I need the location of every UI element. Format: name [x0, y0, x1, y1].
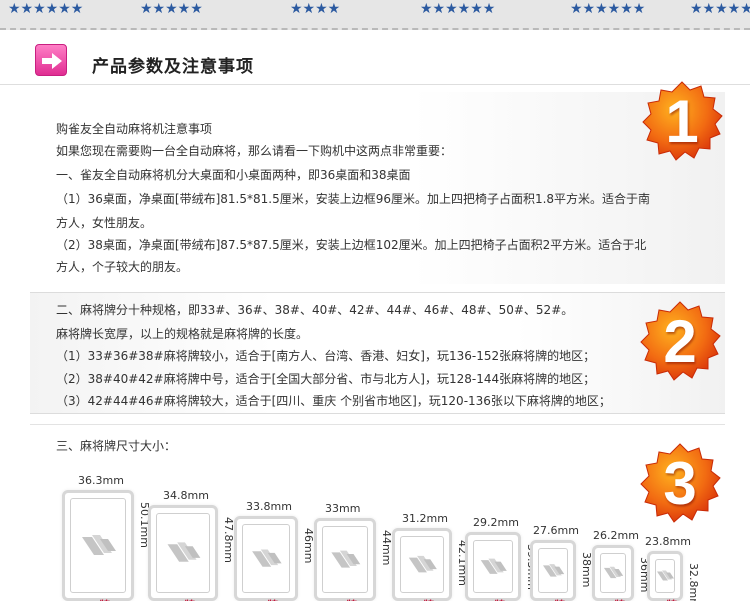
mahjong-tile-icon	[392, 528, 452, 601]
mahjong-tile-icon	[148, 505, 218, 601]
tile-width-label: 26.2mm	[593, 529, 639, 542]
tile-width-label: 27.6mm	[533, 524, 579, 537]
mahjong-tile-icon	[530, 540, 576, 601]
section-number-badge: 1	[640, 80, 724, 164]
mahjong-tile-icon	[647, 551, 683, 601]
mahjong-tile-icon	[234, 516, 298, 601]
tile-caption: 44牌	[331, 597, 357, 601]
tile-height-label: 32.8mm	[687, 563, 700, 601]
notice-panel-2: 二、麻将牌分十种规格，即33#、36#、38#、40#、42#、44#、46#、…	[30, 292, 725, 414]
star-icon: ★★★★★★	[420, 1, 496, 17]
tile-width-label: 33.8mm	[246, 500, 292, 513]
mahjong-tile-icon	[465, 532, 521, 601]
badge-number: 3	[663, 450, 697, 517]
notice-line: （3）42#44#46#麻将牌较大，适合于[四川、重庆 个别省市地区]，玩120…	[56, 394, 611, 408]
tile-width-label: 31.2mm	[402, 512, 448, 525]
mahjong-tile-icon	[62, 490, 134, 601]
notice-line: 二、麻将牌分十种规格，即33#、36#、38#、40#、42#、44#、46#、…	[56, 303, 574, 317]
star-icon: ★★★★	[290, 1, 341, 17]
tile-caption: 40牌	[479, 597, 505, 601]
notice-line: （2）38桌面，净桌面[带绒布]87.5*87.5厘米，安装上边框102厘米。加…	[56, 238, 647, 252]
tile-width-label: 33mm	[325, 502, 361, 515]
notice-line: 方人，女性朋友。	[56, 216, 153, 230]
star-row: ★★★★★★ ★★★★★ ★★★★ ★★★★★★ ★★★★★★ ★★★★★	[0, 2, 750, 22]
arrow-right-icon	[35, 44, 67, 76]
mahjong-tile-icon	[592, 545, 634, 601]
tile-caption: 50牌	[84, 597, 110, 601]
badge-number: 1	[665, 88, 699, 155]
mahjong-tile-icon	[314, 518, 376, 601]
star-icon: ★★★★★	[690, 1, 750, 17]
section-number-badge: 3	[638, 442, 722, 526]
page-title: 产品参数及注意事项	[92, 57, 254, 77]
notice-line: 一、雀友全自动麻将机分大桌面和小桌面两种，即36桌面和38桌面	[56, 168, 411, 182]
notice-line: （1）36桌面，净桌面[带绒布]81.5*81.5厘米，安装上边框96厘米。加上…	[56, 192, 651, 206]
tile-width-label: 36.3mm	[78, 474, 124, 487]
badge-number: 2	[663, 308, 697, 375]
tile-width-label: 23.8mm	[645, 535, 691, 548]
tile-caption: 33牌	[651, 597, 677, 601]
tile-width-label: 34.8mm	[163, 489, 209, 502]
star-icon: ★★★★★	[140, 1, 203, 17]
notice-line: 如果您现在需要购一台全自动麻将，那么请看一下购机中这两点非常重要：	[56, 144, 453, 158]
tile-caption: 48牌	[169, 597, 195, 601]
section-number-badge: 2	[638, 300, 722, 384]
notice-line: 三、麻将牌尺寸大小：	[56, 439, 177, 453]
star-icon: ★★★★★★	[570, 1, 646, 17]
notice-panel-1: 购雀友全自动麻将机注意事项 如果您现在需要购一台全自动麻将，那么请看一下购机中这…	[30, 92, 725, 284]
top-banner: ★★★★★★ ★★★★★ ★★★★ ★★★★★★ ★★★★★★ ★★★★★	[0, 0, 750, 30]
tile-width-label: 29.2mm	[473, 516, 519, 529]
tile-caption: 42牌	[408, 597, 434, 601]
notice-line: 购雀友全自动麻将机注意事项	[56, 122, 213, 136]
notice-line: 方人，个子较大的朋友。	[56, 260, 189, 274]
tile-caption: 46牌	[252, 597, 278, 601]
star-icon: ★★★★★★	[8, 1, 84, 17]
tile-caption: 36牌	[599, 597, 625, 601]
section-header: 产品参数及注意事项	[0, 38, 750, 86]
notice-line: 麻将牌长宽厚，以上的规格就是麻将牌的长度。	[56, 327, 309, 341]
notice-line: （2）38#40#42#麻将牌中号，适合于[全国大部分省、市与北方人]，玩128…	[56, 372, 596, 386]
header-divider	[0, 84, 750, 85]
tile-caption: 38牌	[539, 597, 565, 601]
notice-line: （1）33#36#38#麻将牌较小，适合于[南方人、台湾、香港、妇女]，玩136…	[56, 349, 596, 363]
